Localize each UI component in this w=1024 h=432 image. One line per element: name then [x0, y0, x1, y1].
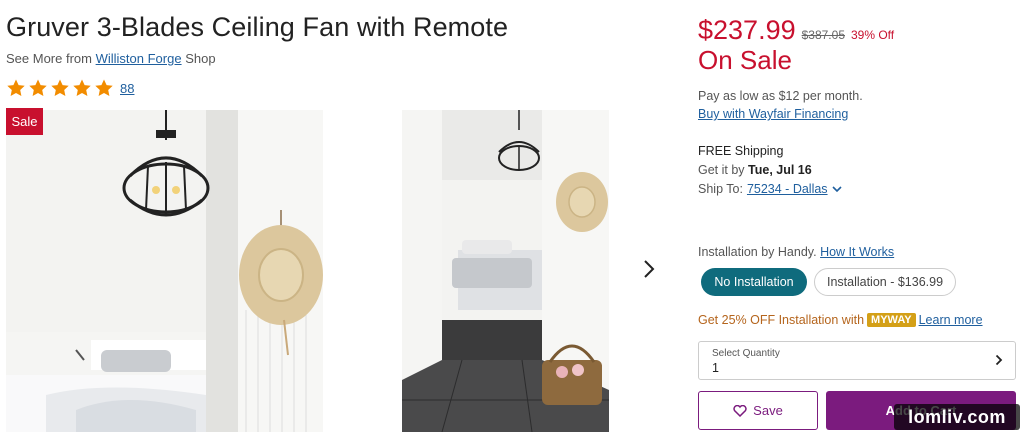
- quantity-label: Select Quantity: [712, 348, 780, 359]
- product-title: Gruver 3-Blades Ceiling Fan with Remote: [6, 12, 509, 42]
- how-it-works-link[interactable]: How It Works: [820, 245, 894, 259]
- financing-text: Pay as low as $12 per month.: [698, 89, 863, 103]
- current-price: $237.99: [698, 15, 796, 45]
- see-more-suffix: Shop: [185, 51, 216, 66]
- discount-label: 39% Off: [851, 28, 895, 42]
- review-count-link[interactable]: 88: [120, 81, 134, 96]
- purchase-panel: $237.99 $387.05 39% Off On Sale Pay as l…: [698, 0, 1024, 432]
- sale-badge: Sale: [6, 108, 43, 135]
- see-more-line: See More from Williston Forge Shop: [6, 51, 216, 66]
- chevron-right-icon: [644, 260, 655, 278]
- chevron-right-icon: [995, 354, 1003, 366]
- option-no-installation[interactable]: No Installation: [701, 268, 807, 296]
- quantity-value: 1: [712, 361, 719, 375]
- free-shipping-label: FREE Shipping: [698, 144, 784, 158]
- price-row: $237.99 $387.05 39% Off: [698, 15, 894, 46]
- star-icon: [73, 79, 91, 96]
- myway-promo: Get 25% OFF Installation with MYWAY Lear…: [698, 313, 983, 327]
- ship-to-row: Ship To: 75234 - Dallas: [698, 182, 842, 196]
- option-installation[interactable]: Installation - $136.99: [814, 268, 956, 296]
- installation-label: Installation by Handy.: [698, 245, 817, 259]
- delivery-date-value: Tue, Jul 16: [748, 163, 812, 177]
- star-icon: [29, 79, 47, 96]
- chevron-down-icon[interactable]: [831, 185, 842, 193]
- star-icon: [51, 79, 69, 96]
- learn-more-link[interactable]: Learn more: [919, 313, 983, 327]
- myway-badge: MYWAY: [867, 313, 916, 327]
- original-price: $387.05: [801, 28, 845, 42]
- star-icon: [95, 79, 113, 96]
- gallery-next-button[interactable]: [638, 256, 660, 282]
- watermark: lomliv.com: [894, 404, 1020, 430]
- promo-text: Get 25% OFF Installation with: [698, 313, 865, 327]
- ship-to-prefix: Ship To:: [698, 182, 743, 196]
- product-image-main[interactable]: [6, 110, 323, 432]
- delivery-prefix: Get it by: [698, 163, 745, 177]
- heart-icon: [733, 404, 747, 417]
- product-image-secondary[interactable]: [402, 110, 609, 432]
- rating-stars[interactable]: 88: [6, 78, 134, 98]
- on-sale-label: On Sale: [698, 45, 792, 75]
- brand-link[interactable]: Williston Forge: [96, 51, 182, 66]
- save-label: Save: [753, 403, 783, 418]
- financing-link[interactable]: Buy with Wayfair Financing: [698, 107, 848, 121]
- see-more-prefix: See More from: [6, 51, 92, 66]
- star-icon: [7, 79, 25, 96]
- save-button[interactable]: Save: [698, 391, 818, 430]
- delivery-date: Get it by Tue, Jul 16: [698, 163, 812, 177]
- installation-row: Installation by Handy. How It Works: [698, 245, 894, 259]
- quantity-select[interactable]: Select Quantity 1: [698, 341, 1016, 380]
- ship-to-location-link[interactable]: 75234 - Dallas: [747, 182, 828, 196]
